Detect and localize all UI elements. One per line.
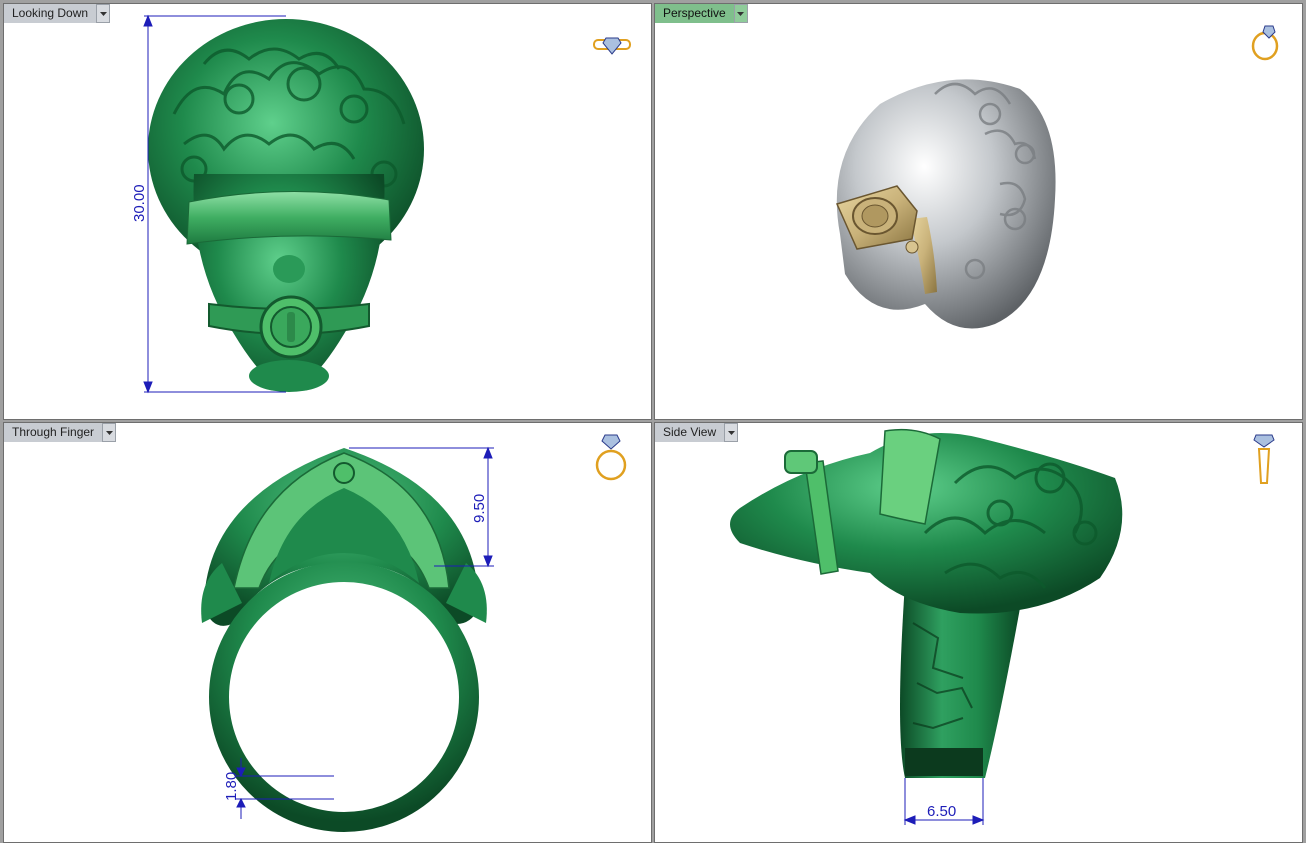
ring-side-view-icon (1253, 434, 1275, 484)
viewport-tab-side-view[interactable]: Side View (655, 423, 739, 442)
viewport-tab-perspective[interactable]: Perspective (655, 4, 748, 23)
dimension-30: 30.00 (131, 184, 148, 222)
viewport-perspective[interactable]: Perspective (654, 3, 1303, 420)
chevron-down-icon[interactable] (97, 4, 111, 23)
viewport-tab-through-finger[interactable]: Through Finger (4, 423, 117, 442)
viewport-tab-looking-down[interactable]: Looking Down (4, 4, 111, 23)
viewport-title: Perspective (655, 4, 735, 23)
ring-model-side-view: 6.50 (730, 428, 1123, 825)
ring-front-view-icon (595, 434, 627, 481)
viewport-side-view[interactable]: 6.50 Side View (654, 422, 1303, 843)
ring-top-view-icon (593, 37, 631, 55)
dimension-6-50: 6.50 (927, 803, 956, 820)
chevron-down-icon[interactable] (103, 423, 117, 442)
viewport-looking-down[interactable]: 30.00 Looking Down (3, 3, 652, 420)
ring-model-top-view: 30.00 (131, 14, 424, 394)
chevron-down-icon[interactable] (734, 4, 748, 23)
viewport-through-finger[interactable]: 9.50 1.80 Through Finger (3, 422, 652, 843)
ring-model-front-view: 9.50 1.80 (201, 446, 494, 832)
viewport-title: Through Finger (4, 423, 104, 442)
viewport-title: Side View (655, 423, 726, 442)
ring-model-perspective (835, 79, 1056, 329)
ring-perspective-icon (1251, 25, 1279, 61)
viewport-title: Looking Down (4, 4, 98, 23)
dimension-9-50: 9.50 (471, 494, 488, 523)
dimension-1-80: 1.80 (223, 772, 240, 801)
chevron-down-icon[interactable] (725, 423, 739, 442)
